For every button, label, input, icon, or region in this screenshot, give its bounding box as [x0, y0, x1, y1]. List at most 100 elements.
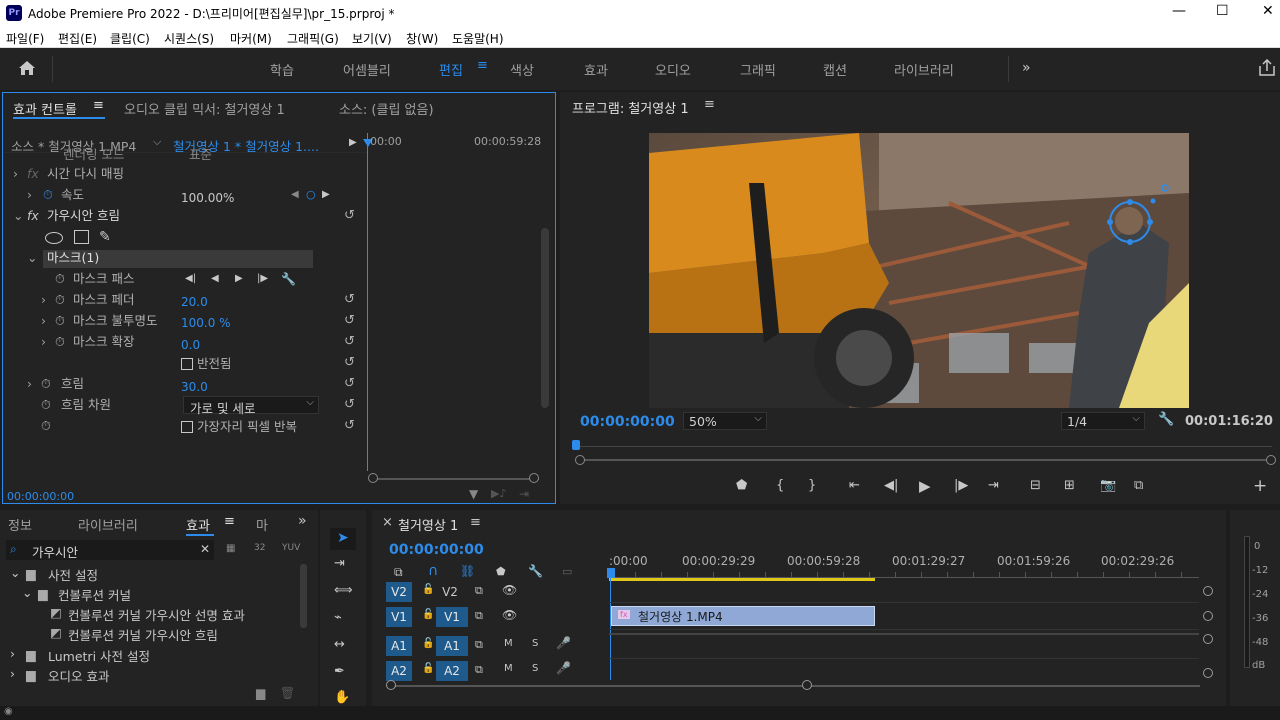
comparison-view-icon[interactable]: ⧉ [1134, 478, 1143, 493]
horizontal-scrollbar[interactable] [392, 685, 1200, 687]
keyframe-icon[interactable]: ○ [306, 185, 316, 205]
next-keyframe-icon[interactable]: ▶ [322, 185, 330, 205]
linked-selection-icon[interactable]: ⛓ [460, 564, 475, 578]
tab-effects[interactable]: 효과 [186, 515, 210, 534]
stopwatch-icon[interactable]: ⏱ [55, 290, 65, 310]
lock-icon[interactable]: 🔓 [422, 584, 434, 595]
chevron-down-icon[interactable]: ⌵ [153, 135, 161, 149]
track-select-tool-icon[interactable]: ⇥ [334, 556, 345, 571]
tab-libraries[interactable]: 라이브러리 [78, 515, 138, 534]
expand-chevron-icon[interactable]: › [13, 164, 18, 184]
solo-button[interactable]: S [532, 638, 538, 649]
collapse-chevron-icon[interactable]: ⌄ [27, 248, 37, 268]
stopwatch-icon[interactable]: ⏱ [55, 311, 65, 331]
collapse-chevron-icon[interactable]: ⌄ [13, 206, 23, 226]
tree-chevron-icon[interactable]: › [10, 646, 15, 661]
timeline-playhead-marker[interactable] [607, 568, 615, 578]
track-target-v1[interactable]: V1 [436, 607, 468, 627]
captions-icon[interactable]: ▭ [562, 565, 572, 578]
track-backward-icon[interactable]: ◀| [185, 269, 196, 289]
sync-lock-icon[interactable]: ⧉ [475, 638, 483, 652]
reset-icon[interactable]: ↺ [344, 377, 358, 391]
workspace-audio[interactable]: 오디오 [655, 60, 691, 79]
sync-lock-icon[interactable]: ⧉ [475, 609, 483, 623]
zoom-dropdown[interactable]: 50% ⌵ [683, 412, 767, 430]
workspace-color[interactable]: 색상 [510, 60, 534, 79]
microphone-icon[interactable]: 🎤 [556, 661, 571, 675]
vertical-scrollbar[interactable] [541, 228, 549, 408]
trash-icon[interactable]: 🗑 [280, 686, 295, 700]
track-target-v2[interactable]: V2 [436, 582, 464, 602]
source-track-a2[interactable]: A2 [386, 661, 412, 681]
source-track-a1[interactable]: A1 [386, 636, 412, 656]
hand-tool-icon[interactable]: ✋ [334, 690, 350, 705]
close-button[interactable]: ✕ [1262, 3, 1274, 19]
track-forward-frame-icon[interactable]: ▶ [235, 269, 243, 289]
razor-tool-icon[interactable]: ⌁ [334, 610, 342, 625]
source-track-v2[interactable]: V2 [386, 582, 412, 602]
lock-icon[interactable]: 🔓 [422, 609, 434, 620]
new-bin-icon[interactable]: ▆ [256, 686, 265, 700]
extract-icon[interactable]: ⊞ [1064, 478, 1075, 493]
timeline-playhead-line[interactable] [610, 576, 611, 680]
menu-edit[interactable]: 편집(E) [58, 30, 97, 47]
home-icon[interactable] [18, 60, 36, 76]
search-input[interactable]: 가우시안 [32, 542, 78, 561]
search-box[interactable]: ⌕ 가우시안 ✕ [6, 540, 214, 560]
track-target-a2[interactable]: A2 [436, 661, 468, 681]
rectangle-mask-icon[interactable] [74, 230, 89, 244]
panel-menu-icon[interactable]: ≡ [704, 97, 715, 112]
tree-item-convolution[interactable]: 컨볼루션 커널 [58, 585, 131, 604]
sequence-tab[interactable]: 철거영상 1 [398, 515, 458, 534]
menu-clip[interactable]: 클립(C) [110, 30, 150, 47]
nest-icon[interactable]: ⧉ [394, 565, 403, 580]
expand-chevron-icon[interactable]: › [27, 185, 32, 205]
pen-mask-icon[interactable]: ✎ [99, 227, 111, 247]
workspace-libraries[interactable]: 라이브러리 [894, 60, 954, 79]
video-frame[interactable] [649, 133, 1189, 408]
tab-effect-controls[interactable]: 효과 컨트롤 [13, 99, 77, 118]
workspace-menu-icon[interactable]: ≡ [477, 58, 488, 73]
sync-lock-icon[interactable]: ⧉ [475, 584, 483, 598]
reset-icon[interactable]: ↺ [344, 314, 358, 328]
playhead-line[interactable] [367, 133, 368, 471]
tab-audio-clip-mixer[interactable]: 오디오 클립 믹서: 철거영상 1 [124, 99, 285, 118]
reset-icon[interactable]: ↺ [344, 209, 358, 223]
accelerated-effects-icon[interactable]: ▦ [226, 543, 235, 554]
step-forward-icon[interactable]: |▶ [954, 478, 968, 493]
audio-loop-icon[interactable]: ▶♪ [491, 487, 506, 500]
play-arrow-icon[interactable]: ▶ [349, 137, 357, 148]
tree-item-audio-effects[interactable]: 오디오 효과 [48, 666, 109, 685]
program-timecode[interactable]: 00:00:00:00 [580, 414, 675, 430]
add-marker-icon[interactable]: ⬟ [496, 565, 506, 578]
more-tabs-icon[interactable]: » [298, 513, 307, 529]
scroll-handle[interactable] [1203, 634, 1213, 644]
mute-button[interactable]: M [504, 663, 513, 674]
menu-view[interactable]: 보기(V) [352, 30, 392, 47]
tree-chevron-icon[interactable]: › [10, 666, 15, 681]
clear-search-icon[interactable]: ✕ [200, 542, 210, 556]
pen-tool-icon[interactable]: ✒ [334, 664, 345, 679]
stopwatch-icon[interactable]: ⏱ [41, 374, 51, 394]
menu-help[interactable]: 도움말(H) [452, 30, 504, 47]
zoom-handle-left[interactable] [368, 473, 378, 483]
lock-icon[interactable]: 🔓 [422, 638, 434, 649]
step-back-icon[interactable]: ◀| [884, 478, 898, 493]
yuv-effects-icon[interactable]: YUV [282, 543, 300, 553]
close-sequence-icon[interactable]: × [382, 515, 393, 530]
workspace-edit[interactable]: 편집 [439, 60, 463, 79]
blurriness-value[interactable]: 30.0 [181, 377, 208, 397]
mute-button[interactable]: M [504, 638, 513, 649]
expand-chevron-icon[interactable]: › [41, 332, 46, 352]
tab-markers[interactable]: 마 [256, 515, 268, 534]
32bit-effects-icon[interactable]: 32 [254, 543, 265, 553]
slip-tool-icon[interactable]: ↔ [334, 637, 345, 652]
wrench-icon[interactable]: 🔧 [1158, 412, 1174, 427]
play-icon[interactable]: ▶ [919, 477, 931, 495]
inverted-checkbox[interactable] [181, 358, 193, 370]
filter-icon[interactable]: ▼ [469, 487, 478, 501]
zoom-scrollbar[interactable] [373, 478, 539, 480]
lock-icon[interactable]: 🔓 [422, 663, 434, 674]
ripple-edit-tool-icon[interactable]: ⟺ [334, 583, 353, 598]
vertical-scrollbar[interactable] [300, 564, 307, 628]
